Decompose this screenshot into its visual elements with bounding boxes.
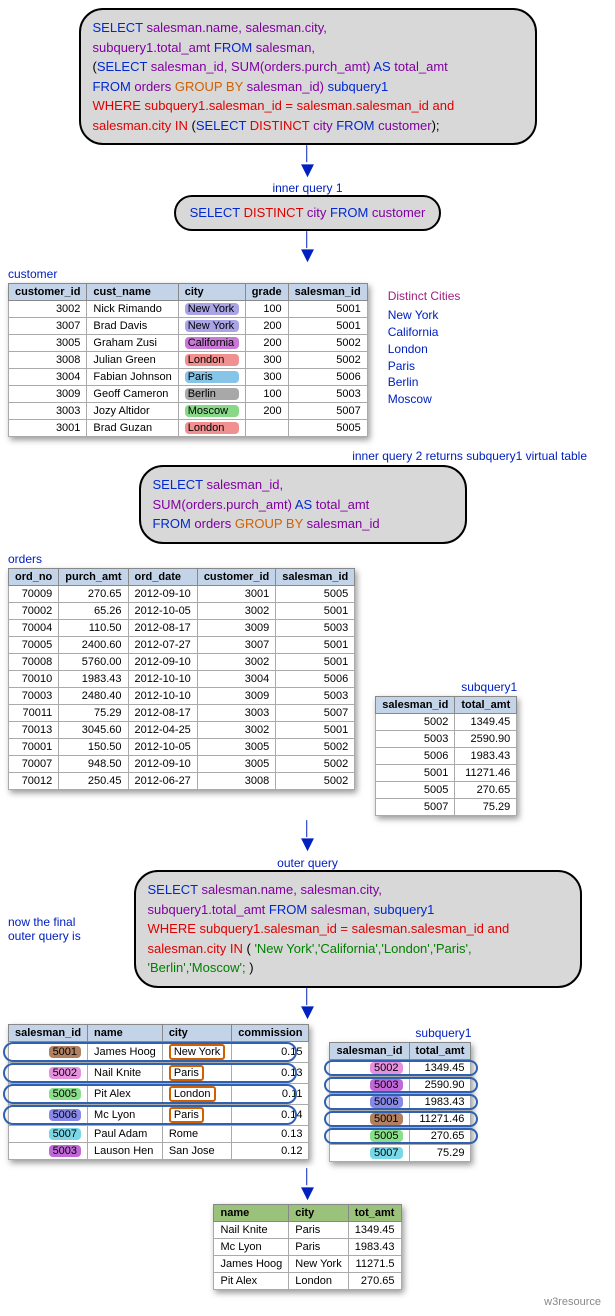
subquery1b-title: subquery1 xyxy=(329,1026,471,1040)
inner-query2-label: inner query 2 returns subquery1 virtual … xyxy=(8,449,587,463)
distinct-cities-list: New YorkCaliforniaLondonParisBerlinMosco… xyxy=(388,307,461,408)
final-outer-note: now the final outer query is xyxy=(8,915,88,943)
inner-query2-box: SELECT salesman_id, SUM(orders.purch_amt… xyxy=(139,465,467,544)
subquery1b-table: salesman_idtotal_amt50021349.4550032590.… xyxy=(329,1042,471,1162)
distinct-cities-hdr: Distinct Cities xyxy=(388,289,461,303)
inner-query-1-label: inner query 1 xyxy=(272,181,342,195)
result-table: namecitytot_amtNail KniteParis1349.45Mc … xyxy=(213,1204,401,1290)
subquery1-title: subquery1 xyxy=(375,680,517,694)
arrow-down-icon: │▼ xyxy=(8,822,607,854)
customer-table: customer_idcust_namecitygradesalesman_id… xyxy=(8,283,368,437)
outer-query-box: SELECT salesman.name, salesman.city, sub… xyxy=(134,870,582,988)
salesman-table: salesman_idnamecitycommission5001James H… xyxy=(8,1024,309,1160)
customer-title: customer xyxy=(8,267,607,281)
orders-title: orders xyxy=(8,552,607,566)
arrow-down-icon: │▼ xyxy=(8,990,607,1022)
main-sql-box: SELECT salesman.name, salesman.city, sub… xyxy=(79,8,537,145)
orders-table: ord_nopurch_amtord_datecustomer_idsalesm… xyxy=(8,568,355,790)
subquery1-table: salesman_idtotal_amt50021349.4550032590.… xyxy=(375,696,517,816)
arrow-down-icon: │▼ xyxy=(8,233,607,265)
arrow-down-icon: │▼ xyxy=(8,147,607,179)
footer-credit: w3resource xyxy=(8,1296,607,1308)
outer-query-label: outer query xyxy=(277,856,338,870)
inner-query1-box: SELECT DISTINCT city FROM customer xyxy=(174,195,442,231)
arrow-down-icon: │▼ xyxy=(8,1170,607,1202)
